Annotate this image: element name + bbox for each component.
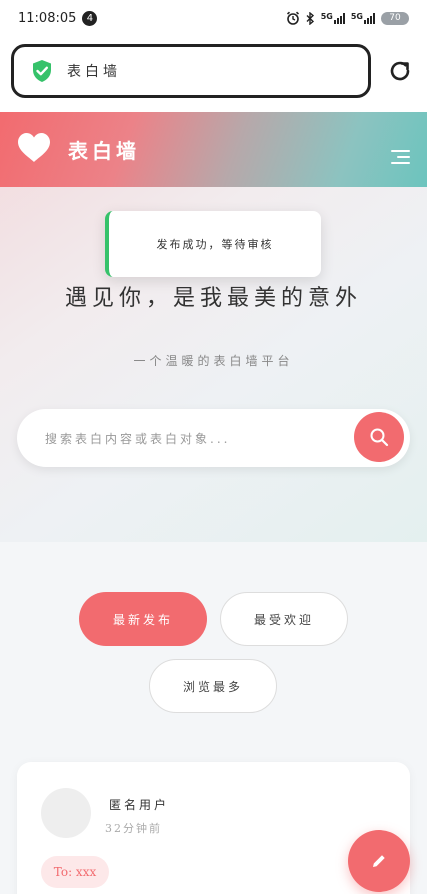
site-title: 表白墙 <box>67 64 121 80</box>
post-author: 匿名用户 <box>109 798 170 812</box>
hero-headline: 遇见你，是我最美的意外 <box>64 286 362 311</box>
filter-most-viewed[interactable]: 浏览最多 <box>149 659 277 713</box>
brand-title[interactable]: 表白墙 <box>68 135 140 164</box>
status-bar: 11:08:05 4 5G 5G 70 <box>0 0 427 36</box>
shield-check-icon <box>33 60 51 82</box>
post-time: 32分钟前 <box>105 822 162 835</box>
browser-toolbar: 表白墙 <box>0 36 427 112</box>
avatar <box>41 788 91 838</box>
search-icon <box>370 428 389 447</box>
reload-icon[interactable] <box>387 58 413 84</box>
address-bar[interactable]: 表白墙 <box>11 44 371 98</box>
status-time: 11:08:05 <box>18 10 77 26</box>
search-placeholder: 搜索表白内容或表白对象... <box>45 431 231 446</box>
alarm-icon <box>286 11 299 25</box>
signal-bars-icon <box>364 12 375 24</box>
signal-2: 5G <box>350 11 375 24</box>
search-input[interactable]: 搜索表白内容或表白对象... <box>17 409 410 467</box>
hero-section: 表白墙 发布成功，等待审核 遇见你，是我最美的意外 一个温暖的表白墙平台 搜索表… <box>0 112 427 542</box>
pencil-icon <box>373 855 385 867</box>
compose-button[interactable] <box>348 830 410 892</box>
battery-indicator: 70 <box>381 11 409 25</box>
filter-popular[interactable]: 最受欢迎 <box>220 592 348 646</box>
bluetooth-icon <box>306 11 314 25</box>
hero-subline: 一个温暖的表白墙平台 <box>133 354 294 368</box>
heart-icon[interactable] <box>17 132 51 164</box>
signal-bars-icon <box>333 12 345 24</box>
notification-count-badge: 4 <box>82 10 98 26</box>
signal-2-label: 5G <box>350 11 363 21</box>
menu-icon[interactable] <box>391 150 410 164</box>
search-button[interactable] <box>354 412 404 462</box>
signal-1: 5G <box>320 11 345 24</box>
signal-1-label: 5G <box>320 11 333 21</box>
filter-latest[interactable]: 最新发布 <box>79 592 207 646</box>
toast-notification: 发布成功，等待审核 <box>105 211 321 277</box>
recipient-tag: To: xxx <box>41 856 109 888</box>
app-header: 表白墙 <box>0 112 427 187</box>
